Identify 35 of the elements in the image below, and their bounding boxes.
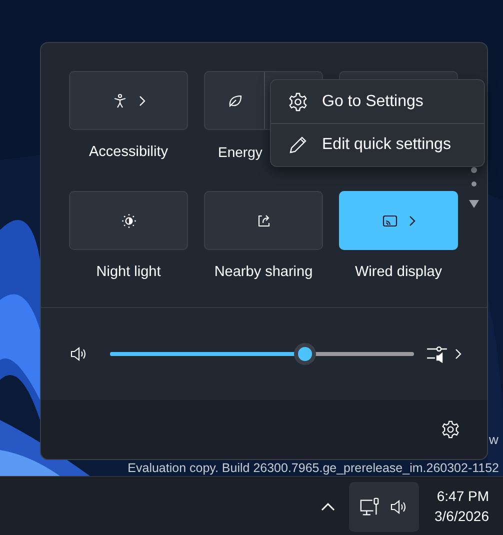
leaf-icon [226,92,242,108]
speaker-icon[interactable] [70,346,88,362]
chevron-right-icon [454,348,462,360]
tile-label: Night light [96,263,161,282]
monitor-icon [359,496,380,516]
tile-label: Energy [218,143,262,162]
clock-button[interactable]: 6:47 PM 3/6/2026 [434,488,489,525]
share-icon [256,212,272,228]
chevron-right-icon [138,94,146,106]
page-dot-icon [471,181,477,187]
pencil-icon [288,135,308,155]
volume-slider[interactable] [110,343,414,365]
quick-setting-tile[interactable] [204,191,323,250]
cast-icon [382,212,398,228]
watermark-text: w [489,432,498,447]
chevron-right-icon [408,214,416,226]
settings-icon [288,92,308,112]
chevron-up-icon[interactable] [320,502,334,510]
tile-label: Wired display [354,263,442,282]
speaker-icon [390,498,408,514]
settings-icon[interactable] [441,420,460,439]
page-dot-icon [471,167,477,173]
menu-item[interactable]: Go to Settings [271,80,484,123]
mixer-icon [426,345,448,363]
watermark-text: Evaluation copy. Build 26300.7965.ge_prerelease_im.260302-1152 [128,460,499,476]
tile-label: Nearby sharing [214,263,313,282]
tile-label: Accessibility [89,143,168,162]
menu-item[interactable]: Edit quick settings [271,123,484,166]
brightness-icon [120,212,136,228]
system-tray-button[interactable] [348,482,418,532]
quick-setting-tile[interactable] [69,71,188,130]
person-icon [112,92,128,108]
quick-setting-tile[interactable] [339,191,458,250]
sound-mixer-button[interactable] [426,345,462,363]
quick-setting-tile[interactable] [69,191,188,250]
